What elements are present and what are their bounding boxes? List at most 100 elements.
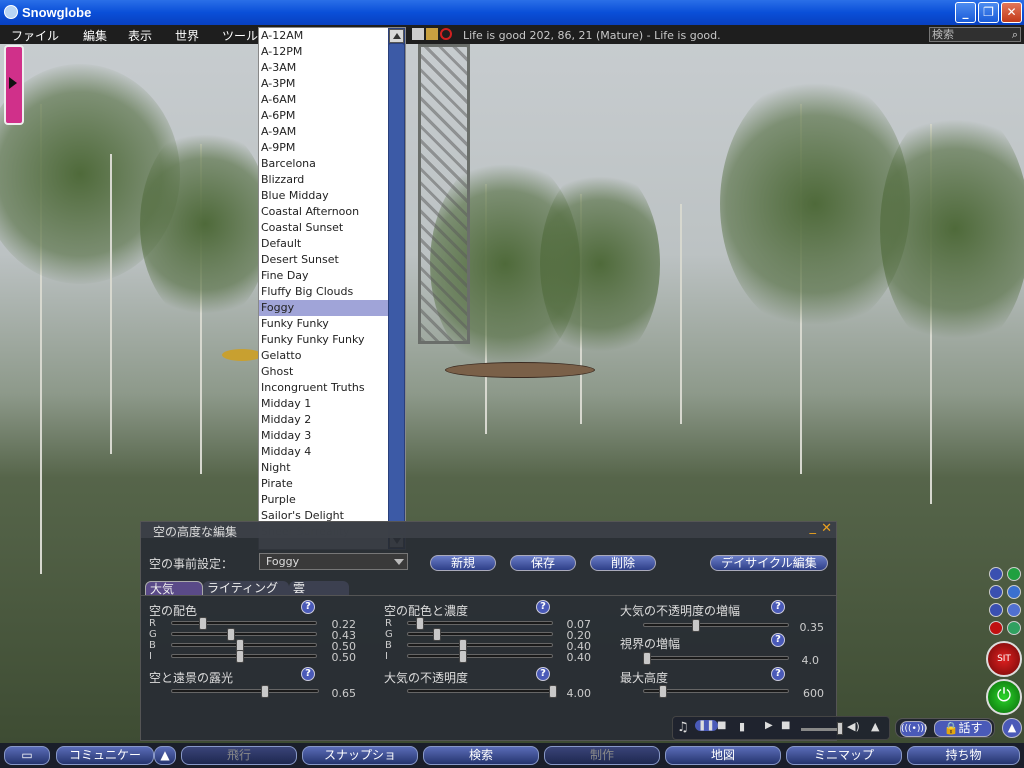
dropdown-item[interactable]: Incongruent Truths [259, 380, 390, 396]
dropdown-item[interactable]: Barcelona [259, 156, 390, 172]
slider-knob[interactable] [642, 652, 651, 665]
voice-toggle-button[interactable]: (((•))) [900, 721, 927, 737]
play-icon[interactable]: ▶ [765, 720, 773, 731]
new-preset-button[interactable]: 新規 [430, 555, 496, 571]
dropdown-item[interactable]: Midday 4 [259, 444, 390, 460]
alert-icon[interactable] [989, 621, 1003, 635]
max-altitude-slider[interactable] [643, 685, 789, 698]
dropdown-item[interactable]: Midday 2 [259, 412, 390, 428]
panel-header[interactable]: 空の高度な編集 _ ✕ [141, 520, 836, 539]
scroll-thumb[interactable] [389, 44, 404, 544]
haze-horizon-slider[interactable] [171, 685, 319, 698]
dropdown-scrollbar[interactable] [388, 28, 405, 549]
slider-knob[interactable] [432, 628, 441, 641]
dropdown-item[interactable]: Foggy [259, 300, 390, 316]
fly-button[interactable]: 飛行 [181, 746, 297, 765]
help-icon[interactable]: ? [771, 600, 785, 614]
speak-button[interactable]: 🔒話す [934, 720, 992, 737]
volume-slider[interactable] [801, 728, 841, 731]
dropdown-item[interactable]: A-9AM [259, 124, 390, 140]
dropdown-item[interactable]: Purple [259, 492, 390, 508]
sky-preset-dropdown-list[interactable]: A-12AM A-12PM A-3AM A-3PM A-6AM A-6PM A-9AM A-9… [258, 27, 406, 550]
search-button[interactable]: 検索 [423, 746, 539, 765]
channel-slider[interactable] [171, 628, 317, 641]
dropdown-item[interactable]: Pirate [259, 476, 390, 492]
view-icon[interactable] [989, 603, 1003, 617]
help-icon[interactable]: ? [536, 600, 550, 614]
dropdown-item[interactable]: A-6PM [259, 108, 390, 124]
tab-lighting[interactable]: ライティング [203, 581, 289, 596]
menu-world[interactable]: 世界 [175, 27, 199, 44]
help-icon[interactable]: ? [301, 667, 315, 681]
dropdown-item[interactable]: A-3AM [259, 60, 390, 76]
stop-icon[interactable]: ■ [717, 720, 726, 731]
dropdown-item[interactable]: A-9PM [259, 140, 390, 156]
menu-view[interactable]: 表示 [128, 27, 152, 44]
dropdown-item[interactable]: Coastal Afternoon [259, 204, 390, 220]
window-titlebar[interactable]: Snowglobe _ ❐ ✕ [0, 0, 1024, 25]
communicate-button[interactable]: コミュニケー [56, 746, 154, 765]
close-button[interactable]: ✕ [1001, 2, 1022, 23]
sidebar-toggle-tab[interactable] [4, 45, 24, 125]
chevron-up-icon[interactable]: ▲ [1002, 718, 1022, 738]
dropdown-item[interactable]: Funky Funky [259, 316, 390, 332]
dropdown-item[interactable]: Blizzard [259, 172, 390, 188]
channel-slider[interactable] [171, 617, 317, 630]
panel-minimize-icon[interactable]: _ [810, 520, 817, 535]
pan-icon[interactable] [989, 585, 1003, 599]
inventory-button[interactable]: 持ち物 [907, 746, 1020, 765]
power-icon[interactable]: ⏻ [986, 679, 1022, 715]
distance-mult-slider[interactable] [642, 652, 789, 665]
dropdown-item[interactable]: Midday 3 [259, 428, 390, 444]
slider-knob[interactable] [261, 685, 270, 698]
channel-slider[interactable] [407, 650, 553, 663]
delete-preset-button[interactable]: 削除 [590, 555, 656, 571]
dropdown-item[interactable]: A-12PM [259, 44, 390, 60]
music-icon[interactable]: ♫ [677, 720, 689, 735]
film-icon[interactable]: ▮ [739, 720, 745, 733]
camera-icon[interactable] [989, 567, 1003, 581]
preset-combobox[interactable]: Foggy [259, 553, 408, 570]
volume-knob[interactable] [837, 722, 843, 735]
slider-knob[interactable] [691, 619, 700, 632]
slider-knob[interactable] [226, 628, 235, 641]
maximize-button[interactable]: ❐ [978, 2, 999, 23]
slider-knob[interactable] [658, 685, 667, 698]
slider-knob[interactable] [199, 617, 208, 630]
menu-tools[interactable]: ツール [222, 27, 258, 44]
dropdown-item[interactable]: Fluffy Big Clouds [259, 284, 390, 300]
minimap-button[interactable]: ミニマップ [786, 746, 902, 765]
channel-slider[interactable] [407, 628, 553, 641]
menu-edit[interactable]: 編集 [83, 27, 107, 44]
search-input[interactable]: 検索 ⌕ [929, 27, 1021, 42]
search-icon[interactable]: ⌕ [1012, 28, 1018, 41]
minimize-button[interactable]: _ [955, 2, 976, 23]
location-status[interactable]: Life is good 202, 86, 21 (Mature) - Life… [463, 29, 721, 42]
channel-slider[interactable] [171, 650, 317, 663]
dropdown-item[interactable]: Blue Midday [259, 188, 390, 204]
tab-atmosphere[interactable]: 大気 [145, 581, 203, 596]
dropdown-item[interactable]: Coastal Sunset [259, 220, 390, 236]
slider-knob[interactable] [235, 650, 244, 663]
dropdown-item[interactable]: Fine Day [259, 268, 390, 284]
help-icon[interactable]: ? [771, 633, 785, 647]
dropdown-item[interactable]: A-12AM [259, 28, 390, 44]
dropdown-item[interactable]: Ghost [259, 364, 390, 380]
map-button[interactable]: 地図 [665, 746, 781, 765]
pause-icon[interactable]: ❚❚ [695, 720, 718, 731]
density-mult-slider[interactable] [643, 619, 789, 632]
haze-density-slider[interactable] [407, 685, 557, 698]
channel-slider[interactable] [407, 639, 553, 652]
menu-file[interactable]: ファイル [11, 27, 59, 44]
communicate-flyout-button[interactable]: ▲ [154, 746, 176, 765]
chat-button[interactable]: ▭ [4, 746, 50, 765]
scroll-up-arrow-icon[interactable] [389, 29, 404, 43]
snapshot-button[interactable]: スナップショ [302, 746, 418, 765]
sit-button[interactable]: SIT [986, 641, 1022, 677]
globe-icon[interactable] [1007, 621, 1021, 635]
daycycle-edit-button[interactable]: デイサイクル編集 [710, 555, 828, 571]
dropdown-item[interactable]: Default [259, 236, 390, 252]
dropdown-item[interactable]: Midday 1 [259, 396, 390, 412]
dropdown-item[interactable]: A-6AM [259, 92, 390, 108]
slider-knob[interactable] [458, 650, 467, 663]
